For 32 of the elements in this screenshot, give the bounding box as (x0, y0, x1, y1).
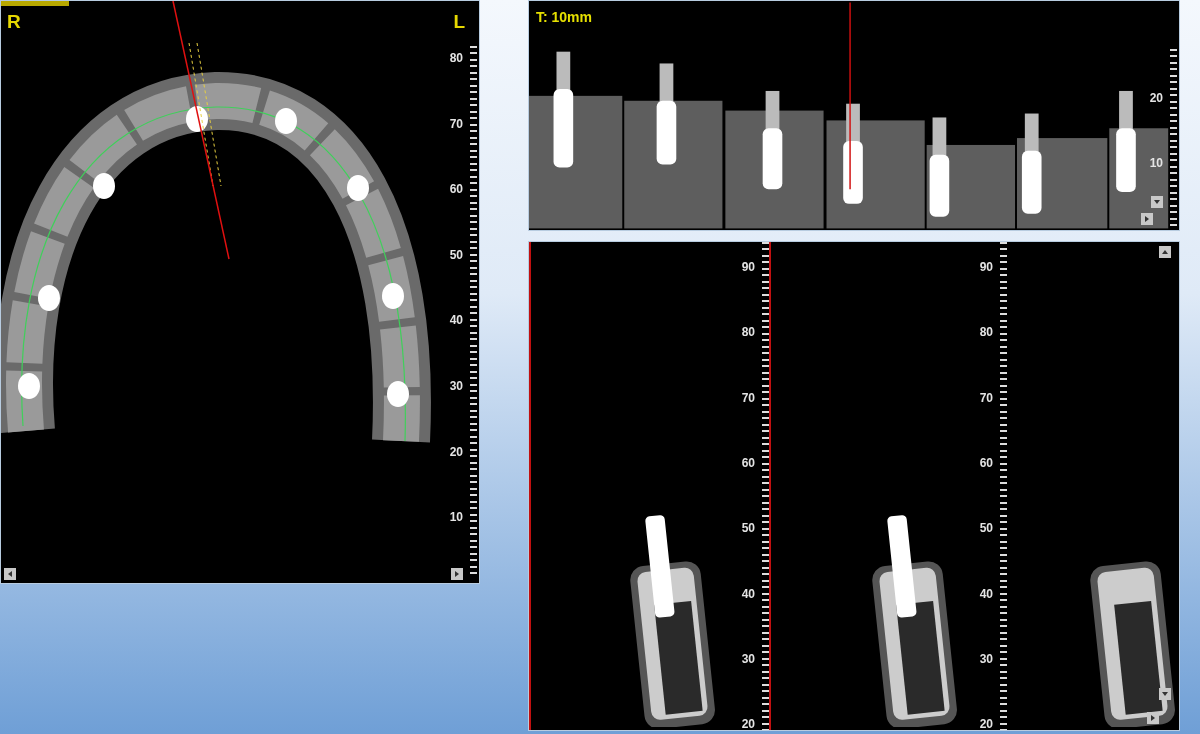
ruler-label: 20 (1149, 90, 1163, 106)
ruler-label: 80 (741, 324, 755, 341)
ruler-label: 90 (741, 259, 755, 275)
ruler-label: 90 (979, 259, 993, 275)
ruler-label: 30 (979, 650, 993, 667)
ruler-label: 10 (449, 509, 463, 526)
ruler-label: 30 (449, 378, 463, 394)
ruler-label: 20 (741, 716, 755, 730)
ruler-label: 40 (449, 312, 463, 329)
cross-section-slice[interactable]: 90 80 70 60 50 40 30 20 (771, 242, 1009, 730)
ruler-label: 60 (979, 454, 993, 471)
ruler-label: 10 (1149, 155, 1163, 171)
slice-thickness-label: T: 10mm (536, 9, 593, 25)
ruler-label: 70 (979, 389, 993, 406)
ruler-label: 20 (979, 716, 993, 730)
ruler-label: 80 (449, 50, 463, 66)
ruler-label: 80 (979, 324, 993, 341)
ruler-label: 50 (449, 246, 463, 263)
ruler-label: 70 (741, 389, 755, 406)
left-side-label: L (453, 11, 465, 33)
ruler-label: 20 (449, 443, 463, 460)
ruler-label: 50 (741, 520, 755, 537)
ruler-label: 50 (979, 520, 993, 537)
ruler-label: 40 (741, 585, 755, 602)
right-side-label: R (7, 11, 21, 33)
ruler-label: 60 (449, 181, 463, 198)
ruler-label: 40 (979, 585, 993, 602)
ruler-label: 60 (741, 454, 755, 471)
ruler-label: 30 (741, 650, 755, 667)
toolbar-tab-marker (1, 1, 69, 6)
cross-section-slice[interactable]: 90 80 70 60 50 40 30 20 (529, 242, 771, 730)
ruler-label: 70 (449, 115, 463, 132)
